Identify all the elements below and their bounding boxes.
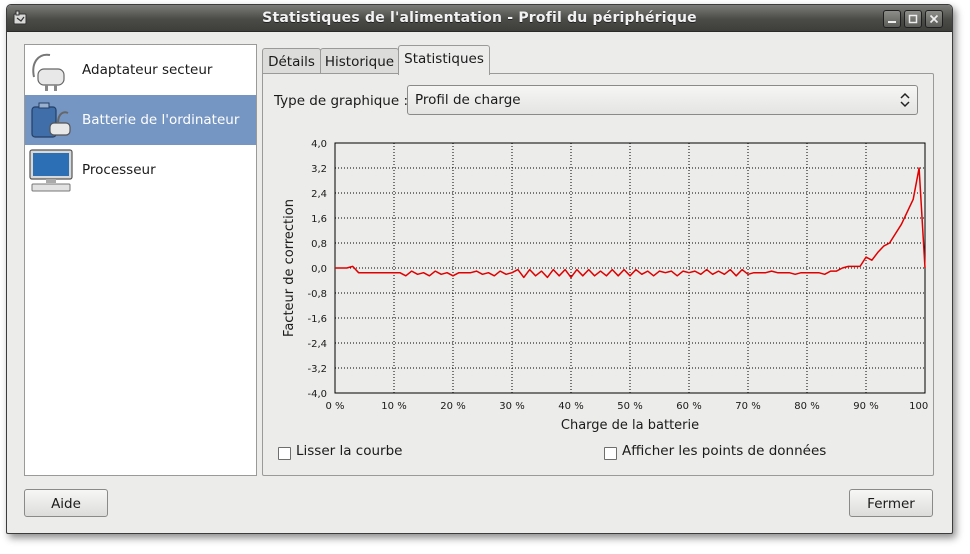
device-item-processor[interactable]: Processeur <box>25 145 256 195</box>
device-list: Adaptateur secteur Batterie de l'ordinat… <box>24 44 257 476</box>
tab-details[interactable]: Détails <box>262 48 321 75</box>
device-label: Batterie de l'ordinateur <box>82 112 240 128</box>
computer-icon <box>29 149 73 192</box>
y-tick-label: 2,4 <box>311 189 327 200</box>
x-tick-label: 40 % <box>558 401 583 412</box>
y-tick-label: -4,0 <box>307 389 327 400</box>
x-tick-label: 70 % <box>735 401 760 412</box>
close-button[interactable]: Fermer <box>849 489 933 517</box>
device-label: Processeur <box>82 162 156 178</box>
x-tick-labels: 0 % 10 % 20 % 30 % 40 % 50 % 60 % 70 % 80 % 90 % 1… <box>325 401 929 412</box>
y-tick-label: 1,6 <box>311 214 327 225</box>
help-button[interactable]: Aide <box>24 489 108 517</box>
window-title: Statistiques de l'alimentation - Profil … <box>262 10 697 26</box>
close-icon <box>929 14 939 24</box>
laptop-battery-icon <box>31 102 71 138</box>
close-window-button[interactable] <box>925 10 943 28</box>
x-tick-label: 80 % <box>794 401 819 412</box>
ac-adapter-icon <box>32 53 65 91</box>
smooth-curve-label[interactable]: Lisser la courbe <box>296 443 402 459</box>
x-tick-label: 100 % <box>909 401 929 412</box>
x-tick-label: 60 % <box>676 401 701 412</box>
graph-type-select[interactable]: Profil de charge <box>407 85 918 115</box>
y-tick-label: -0,8 <box>307 289 327 300</box>
smooth-curve-checkbox[interactable] <box>278 447 291 460</box>
x-axis-label: Charge de la batterie <box>561 418 699 433</box>
tab-statistics[interactable]: Statistiques <box>398 45 490 75</box>
x-tick-label: 30 % <box>499 401 524 412</box>
device-label: Adaptateur secteur <box>82 62 213 78</box>
charge-profile-chart: 4,0 3,2 2,4 1,6 0,8 0,0 -0,8 -1,6 -2,4 -3,2 -4,0 0… <box>282 139 929 433</box>
title-bar[interactable]: Statistiques de l'alimentation - Profil … <box>7 5 952 32</box>
x-tick-label: 90 % <box>853 401 878 412</box>
y-tick-label: -1,6 <box>307 314 327 325</box>
minimize-icon <box>888 21 896 23</box>
show-data-points-label[interactable]: Afficher les points de données <box>622 443 826 459</box>
device-item-laptop-battery[interactable]: Batterie de l'ordinateur <box>25 95 256 145</box>
maximize-button[interactable] <box>904 10 922 28</box>
chart-grid <box>335 143 925 393</box>
y-tick-label: 0,0 <box>311 264 327 275</box>
x-tick-label: 10 % <box>381 401 406 412</box>
y-axis-label: Facteur de correction <box>282 199 297 337</box>
chevron-updown-icon <box>900 92 910 108</box>
y-tick-label: -2,4 <box>307 339 327 350</box>
x-tick-label: 20 % <box>440 401 465 412</box>
graph-type-label: Type de graphique : <box>274 93 409 109</box>
y-tick-label: -3,2 <box>307 364 327 375</box>
y-tick-label: 0,8 <box>311 239 327 250</box>
show-data-points-checkbox[interactable] <box>604 447 617 460</box>
y-tick-label: 4,0 <box>311 139 327 150</box>
tab-history[interactable]: Historique <box>320 48 399 75</box>
y-tick-labels: 4,0 3,2 2,4 1,6 0,8 0,0 -0,8 -1,6 -2,4 -3,2 -4,0 <box>307 139 327 400</box>
device-item-ac-adapter[interactable]: Adaptateur secteur <box>25 45 256 95</box>
x-tick-label: 50 % <box>617 401 642 412</box>
graph-type-value: Profil de charge <box>415 92 521 108</box>
y-tick-label: 3,2 <box>311 164 327 175</box>
maximize-icon <box>908 14 918 24</box>
minimize-button[interactable] <box>883 10 901 28</box>
power-statistics-window: Statistiques de l'alimentation - Profil … <box>6 4 953 534</box>
x-tick-label: 0 % <box>325 401 344 412</box>
